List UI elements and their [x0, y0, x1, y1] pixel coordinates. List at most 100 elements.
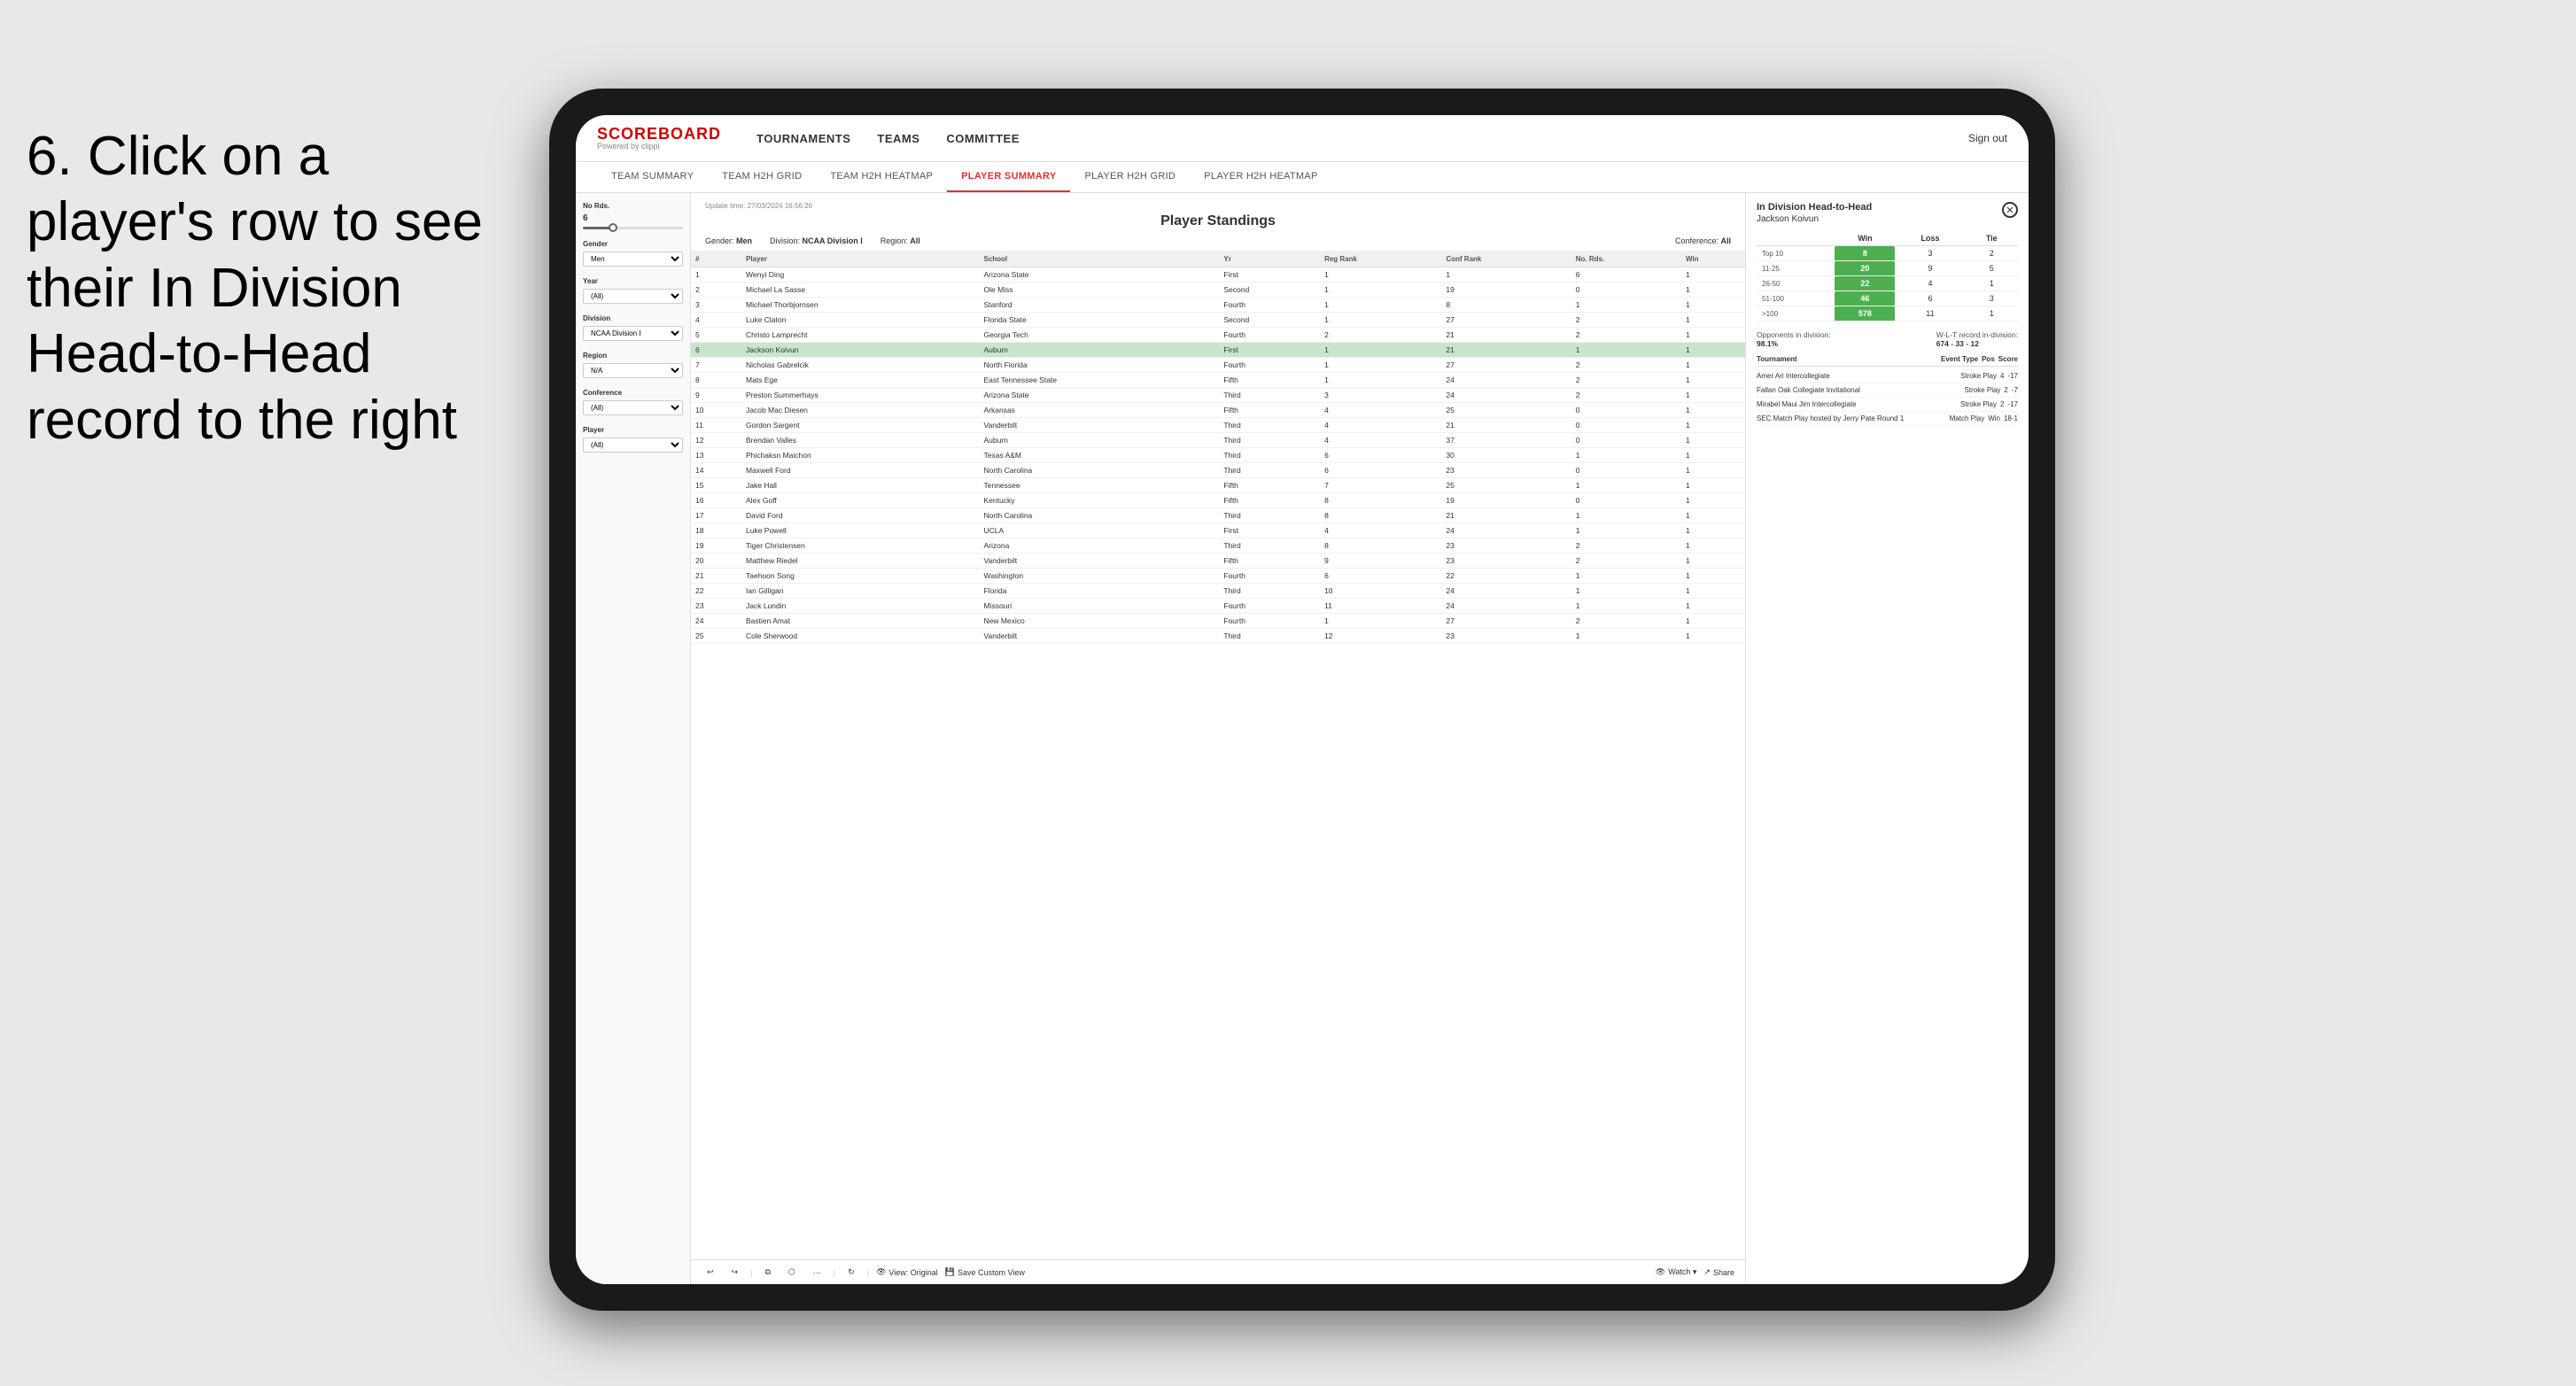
watch-button[interactable]: 👁 Watch ▾	[1656, 1267, 1697, 1277]
table-row[interactable]: 11 Gordon Sargent Vanderbilt Third 4 21 …	[691, 418, 1745, 433]
table-row[interactable]: 7 Nicholas Gabrelcik North Florida Fourt…	[691, 358, 1745, 373]
cell-conf-rank: 27	[1441, 358, 1571, 373]
cell-player: Luke Powell	[741, 523, 980, 538]
nav-tournaments[interactable]: TOURNAMENTS	[757, 128, 850, 149]
table-row[interactable]: 4 Luke Claton Florida State Second 1 27 …	[691, 313, 1745, 328]
h2h-close-button[interactable]: ✕	[2002, 202, 2018, 218]
save-icon: 💾	[945, 1267, 955, 1277]
table-row[interactable]: 15 Jake Hall Tennessee Fifth 7 25 1 1	[691, 478, 1745, 493]
cell-reg-rank: 1	[1320, 267, 1441, 283]
cell-yr: Fourth	[1219, 358, 1320, 373]
cell-player: Taehoon Song	[741, 569, 980, 584]
table-row[interactable]: 13 Phichaksn Maichon Texas A&M Third 6 3…	[691, 448, 1745, 463]
cell-yr: Third	[1219, 508, 1320, 523]
sign-out-button[interactable]: Sign out	[1968, 132, 2007, 144]
tab-player-h2h-heatmap[interactable]: PLAYER H2H HEATMAP	[1190, 162, 1331, 192]
nav-committee[interactable]: COMMITTEE	[946, 128, 1020, 149]
table-row[interactable]: 17 David Ford North Carolina Third 8 21 …	[691, 508, 1745, 523]
cell-no-rds: 0	[1571, 433, 1681, 448]
cell-no-rds: 2	[1571, 313, 1681, 328]
table-row[interactable]: 14 Maxwell Ford North Carolina Third 6 2…	[691, 463, 1745, 478]
cell-player: Michael Thorbjornsen	[741, 298, 980, 313]
share-button[interactable]: ↗ Share	[1703, 1267, 1734, 1277]
table-row[interactable]: 21 Taehoon Song Washington Fourth 6 22 1…	[691, 569, 1745, 584]
more-button[interactable]: ···	[808, 1266, 826, 1279]
table-row[interactable]: 24 Bastien Amat New Mexico Fourth 1 27 2…	[691, 614, 1745, 629]
cell-conf-rank: 23	[1441, 463, 1571, 478]
h2h-title: In Division Head-to-Head	[1757, 202, 1872, 213]
table-row[interactable]: 8 Mats Ege East Tennessee State Fifth 1 …	[691, 373, 1745, 388]
table-row[interactable]: 5 Christo Lamprecht Georgia Tech Fourth …	[691, 328, 1745, 343]
table-row[interactable]: 1 Wenyi Ding Arizona State First 1 1 6 1	[691, 267, 1745, 283]
table-row[interactable]: 10 Jacob Mac Diesen Arkansas Fifth 4 25 …	[691, 403, 1745, 418]
tournament-name: Mirabel Maui Jim Intercollegiate	[1757, 400, 1957, 408]
undo-button[interactable]: ↩	[702, 1266, 719, 1279]
h2h-header: In Division Head-to-Head Jackson Koivun …	[1757, 202, 2018, 224]
tournament-type: Stroke Play	[1960, 400, 1997, 408]
no-rds-slider[interactable]	[583, 227, 683, 229]
table-row[interactable]: 9 Preston Summerhays Arizona State Third…	[691, 388, 1745, 403]
refresh-button[interactable]: ↻	[842, 1266, 860, 1279]
table-row[interactable]: 20 Matthew Riedel Vanderbilt Fifth 9 23 …	[691, 554, 1745, 569]
cell-reg-rank: 1	[1320, 343, 1441, 358]
gender-select[interactable]: Men	[583, 252, 683, 267]
copy-button[interactable]: ⧉	[759, 1266, 775, 1279]
cell-win: 1	[1681, 538, 1745, 554]
save-custom-action[interactable]: 💾 Save Custom View	[945, 1267, 1025, 1277]
cell-no-rds: 2	[1571, 538, 1681, 554]
cell-conf-rank: 21	[1441, 343, 1571, 358]
h2h-tie: 2	[1966, 246, 2019, 261]
cell-player: Brendan Valles	[741, 433, 980, 448]
table-row[interactable]: 6 Jackson Koivun Auburn First 1 21 1 1	[691, 343, 1745, 358]
table-row[interactable]: 25 Cole Sherwood Vanderbilt Third 12 23 …	[691, 629, 1745, 644]
cell-school: Auburn	[979, 433, 1219, 448]
player-select[interactable]: (All)	[583, 437, 683, 453]
cell-yr: Fifth	[1219, 493, 1320, 508]
cell-yr: Fifth	[1219, 478, 1320, 493]
tab-player-summary[interactable]: PLAYER SUMMARY	[947, 162, 1070, 192]
h2h-win: 22	[1835, 276, 1895, 291]
cell-no-rds: 2	[1571, 554, 1681, 569]
cell-reg-rank: 1	[1320, 298, 1441, 313]
view-original-action[interactable]: 👁 View: Original	[876, 1267, 938, 1277]
opponents-value: 98.1%	[1757, 339, 1831, 348]
cell-player: Tiger Christensen	[741, 538, 980, 554]
tab-team-h2h-heatmap[interactable]: TEAM H2H HEATMAP	[816, 162, 947, 192]
nav-teams[interactable]: TEAMS	[877, 128, 919, 149]
cell-school: Stanford	[979, 298, 1219, 313]
cell-rank: 24	[691, 614, 741, 629]
cell-no-rds: 0	[1571, 283, 1681, 298]
cell-conf-rank: 24	[1441, 599, 1571, 614]
table-row[interactable]: 23 Jack Lundin Missouri Fourth 11 24 1 1	[691, 599, 1745, 614]
cell-rank: 14	[691, 463, 741, 478]
cell-yr: Third	[1219, 433, 1320, 448]
filter-conference: Conference (All)	[583, 389, 683, 415]
table-row[interactable]: 16 Alex Goff Kentucky Fifth 8 19 0 1	[691, 493, 1745, 508]
table-row[interactable]: 3 Michael Thorbjornsen Stanford Fourth 1…	[691, 298, 1745, 313]
cell-reg-rank: 4	[1320, 523, 1441, 538]
h2h-tie: 1	[1966, 306, 2019, 321]
tournament-row: Amer Ari Intercollegiate Stroke Play 4 -…	[1757, 369, 2018, 383]
cell-win: 1	[1681, 523, 1745, 538]
cell-reg-rank: 1	[1320, 313, 1441, 328]
region-select[interactable]: N/A	[583, 363, 683, 378]
year-select[interactable]: (All)	[583, 289, 683, 304]
redo-button[interactable]: ↪	[726, 1266, 744, 1279]
paste-button[interactable]: ⬡	[783, 1266, 801, 1279]
table-row[interactable]: 19 Tiger Christensen Arizona Third 8 23 …	[691, 538, 1745, 554]
tab-player-h2h-grid[interactable]: PLAYER H2H GRID	[1070, 162, 1190, 192]
table-row[interactable]: 2 Michael La Sasse Ole Miss Second 1 19 …	[691, 283, 1745, 298]
tab-team-summary[interactable]: TEAM SUMMARY	[597, 162, 708, 192]
table-row[interactable]: 18 Luke Powell UCLA First 4 24 1 1	[691, 523, 1745, 538]
h2h-col-loss: Loss	[1895, 231, 1965, 246]
filter-gender: Gender Men	[583, 240, 683, 267]
division-select[interactable]: NCAA Division I	[583, 326, 683, 341]
tab-team-h2h-grid[interactable]: TEAM H2H GRID	[708, 162, 816, 192]
cell-player: Gordon Sargent	[741, 418, 980, 433]
conference-select[interactable]: (All)	[583, 400, 683, 415]
h2h-win: 578	[1835, 306, 1895, 321]
table-row[interactable]: 22 Ian Gilligan Florida Third 10 24 1 1	[691, 584, 1745, 599]
table-row[interactable]: 12 Brendan Valles Auburn Third 4 37 0 1	[691, 433, 1745, 448]
cell-yr: Fifth	[1219, 554, 1320, 569]
cell-rank: 3	[691, 298, 741, 313]
